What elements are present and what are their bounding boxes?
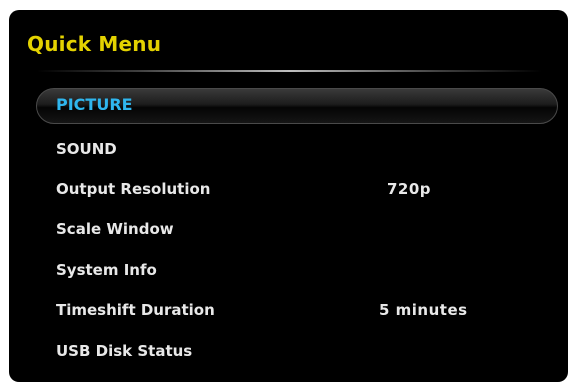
timeshift-duration-value: 5 minutes bbox=[379, 301, 468, 319]
menu-item-usb-disk-status[interactable]: USB Disk Status bbox=[56, 336, 192, 366]
menu-item-system-info[interactable]: System Info bbox=[56, 255, 157, 285]
title-divider bbox=[37, 70, 542, 72]
menu-item-sound[interactable]: SOUND bbox=[56, 134, 117, 164]
output-resolution-value: 720p bbox=[387, 180, 432, 198]
menu-item-output-resolution[interactable]: Output Resolution bbox=[56, 174, 210, 204]
quick-menu-panel: Quick Menu PICTURE SOUND Output Resoluti… bbox=[9, 10, 568, 382]
menu-item-picture[interactable]: PICTURE bbox=[56, 90, 133, 120]
menu-item-scale-window[interactable]: Scale Window bbox=[56, 214, 174, 244]
menu-title: Quick Menu bbox=[27, 32, 162, 56]
menu-item-timeshift-duration[interactable]: Timeshift Duration bbox=[56, 295, 215, 325]
